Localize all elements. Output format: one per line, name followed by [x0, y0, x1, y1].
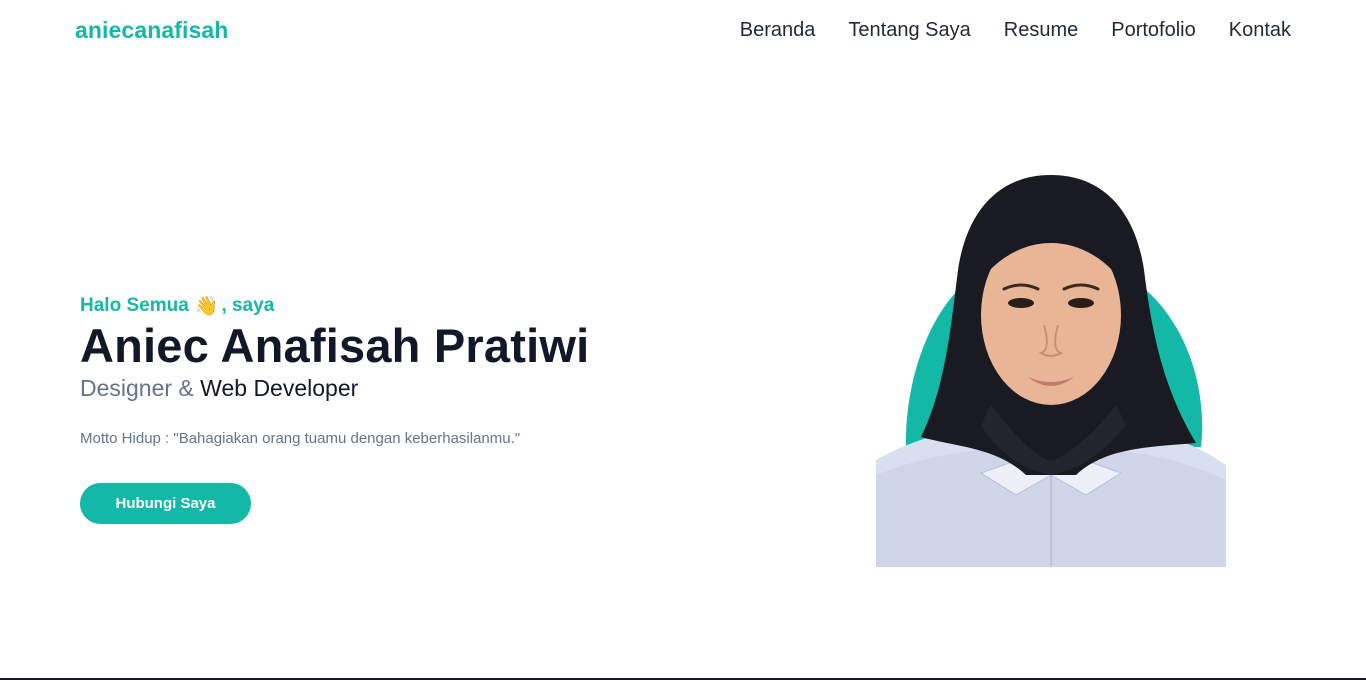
- hero-greeting: Halo Semua 👋 , saya: [80, 293, 720, 319]
- role-developer: Web Developer: [200, 375, 359, 401]
- nav-link-portofolio[interactable]: Portofolio: [1111, 19, 1196, 42]
- hero-motto: Motto Hidup : "Bahagiakan orang tuamu de…: [80, 430, 521, 447]
- role-designer: Designer &: [80, 375, 201, 401]
- nav-link-beranda[interactable]: Beranda: [740, 19, 816, 42]
- hero-name: Aniec Anafisah Pratiwi: [80, 319, 590, 372]
- nav-links: Beranda Tentang Saya Resume Portofolio K…: [740, 19, 1291, 42]
- nav-link-resume[interactable]: Resume: [1004, 19, 1078, 42]
- hero-section: Halo Semua 👋 , saya Aniec Anafisah Prati…: [80, 293, 720, 524]
- hero-role: Designer & Web Developer: [80, 373, 720, 403]
- greeting-prefix: Halo Semua: [80, 295, 189, 316]
- contact-me-button[interactable]: Hubungi Saya: [80, 483, 251, 524]
- greeting-suffix: , saya: [221, 295, 275, 316]
- brand-logo[interactable]: aniecanafisah: [75, 17, 228, 44]
- nav-link-kontak[interactable]: Kontak: [1229, 19, 1291, 42]
- profile-photo: [876, 175, 1226, 567]
- nav-link-tentang-saya[interactable]: Tentang Saya: [848, 19, 970, 42]
- waving-hand-icon: 👋: [194, 295, 219, 317]
- navbar: aniecanafisah Beranda Tentang Saya Resum…: [0, 0, 1366, 62]
